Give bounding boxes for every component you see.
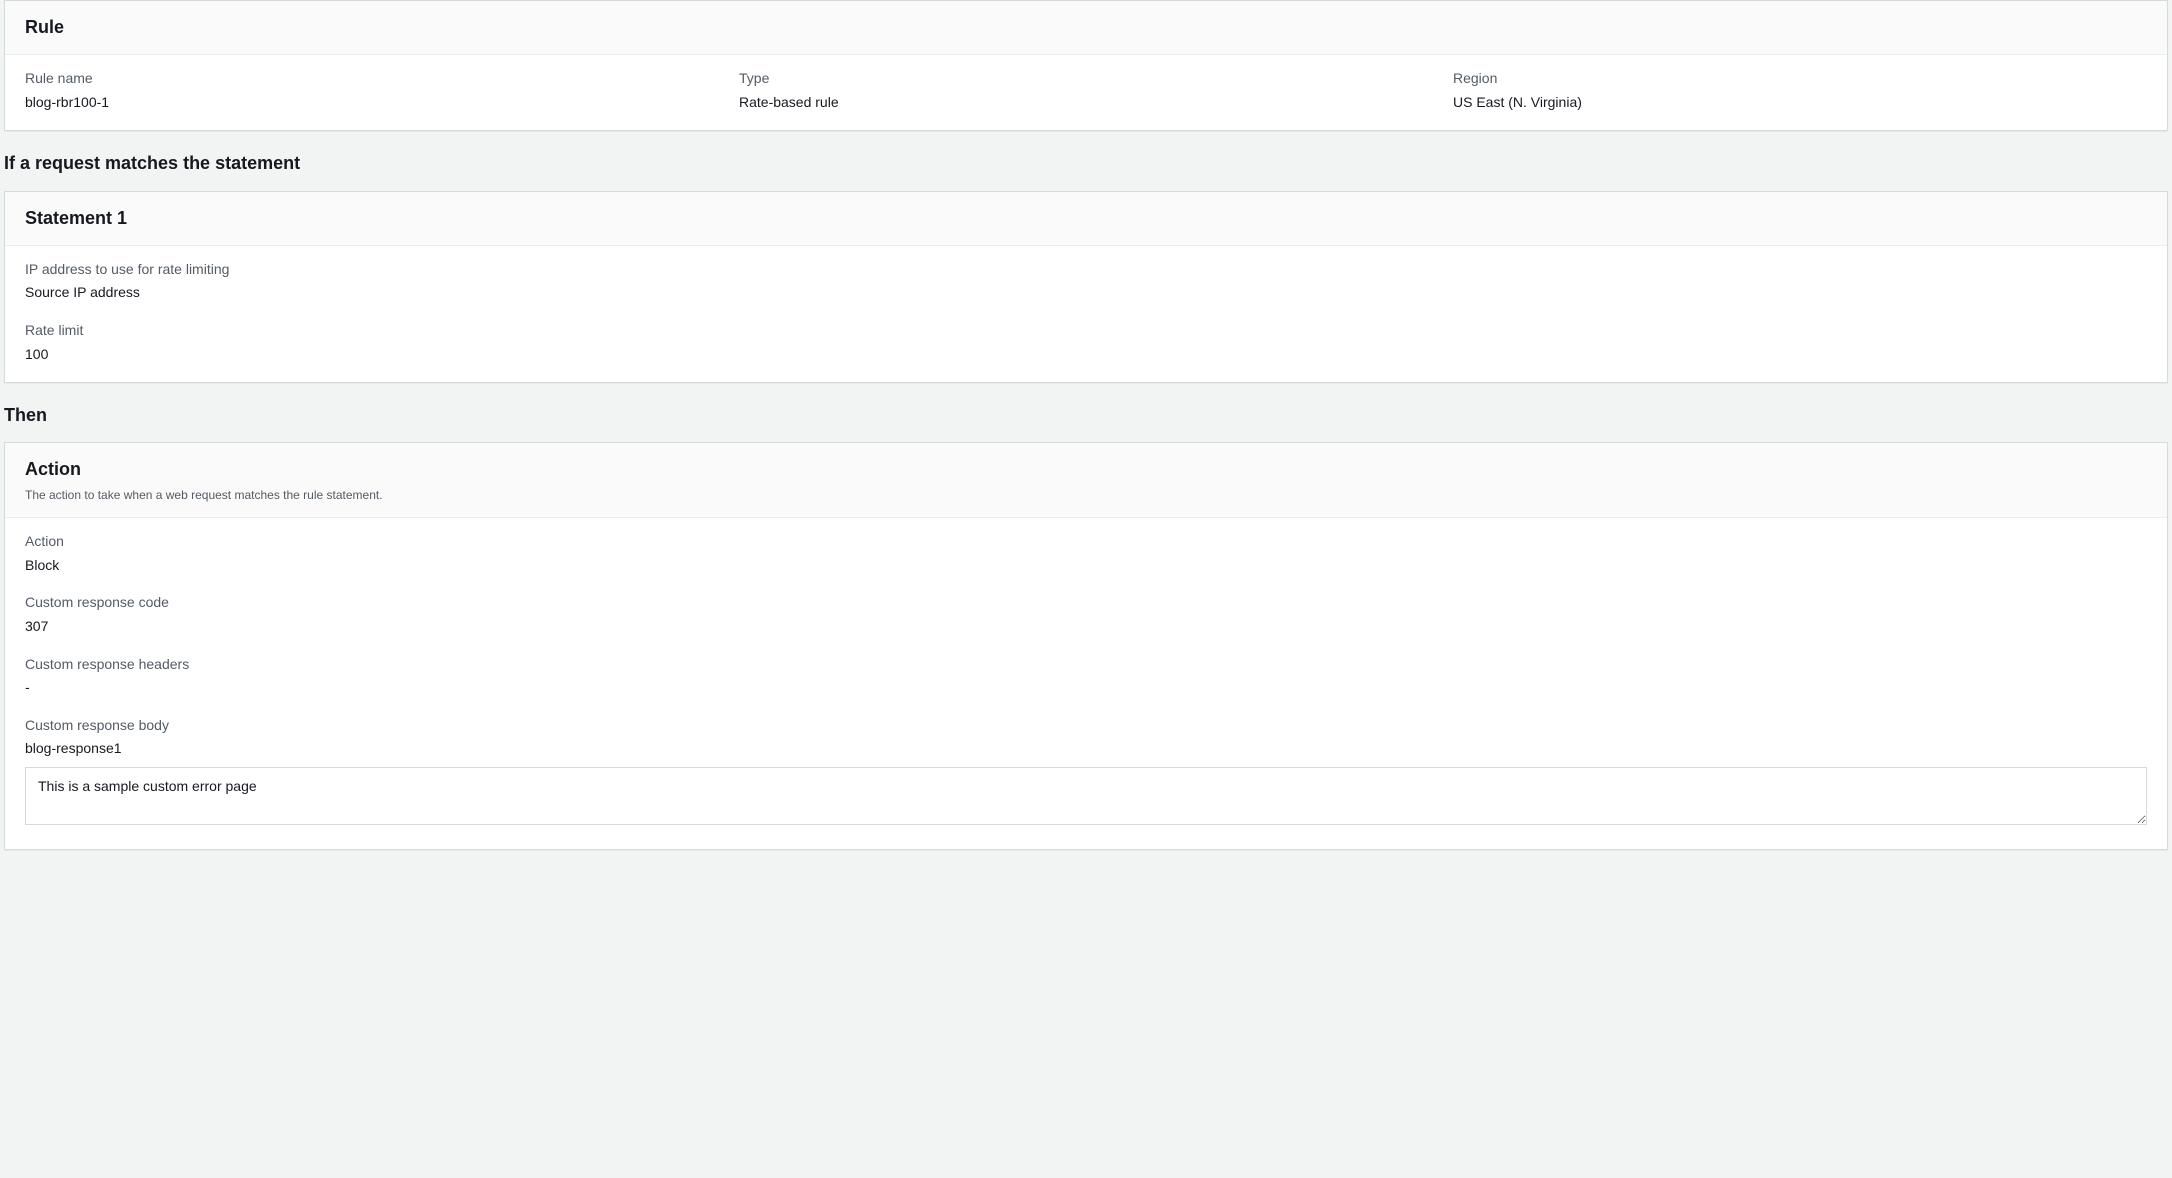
action-body-label: Custom response body xyxy=(25,716,2147,736)
rule-panel-body: Rule name blog-rbr100-1 Type Rate-based … xyxy=(5,55,2167,130)
action-code-label: Custom response code xyxy=(25,593,2147,613)
rule-panel-header: Rule xyxy=(5,1,2167,55)
rule-type-value: Rate-based rule xyxy=(739,93,1433,113)
rule-header-title: Rule xyxy=(25,15,2147,40)
rule-name-value: blog-rbr100-1 xyxy=(25,93,719,113)
statement-panel-header: Statement 1 xyxy=(5,192,2167,246)
action-body-field: Custom response body blog-response1 xyxy=(25,716,2147,831)
statement-header-title: Statement 1 xyxy=(25,206,2147,231)
action-action-label: Action xyxy=(25,532,2147,552)
action-body-content-textarea[interactable] xyxy=(25,767,2147,825)
rule-name-label: Rule name xyxy=(25,69,719,89)
action-panel-body: Action Block Custom response code 307 Cu… xyxy=(5,518,2167,848)
rule-region-field: Region US East (N. Virginia) xyxy=(1453,69,2147,112)
action-body-value: blog-response1 xyxy=(25,739,2147,759)
rule-type-label: Type xyxy=(739,69,1433,89)
action-header-title: Action xyxy=(25,457,2147,482)
action-panel: Action The action to take when a web req… xyxy=(4,442,2168,849)
statement-ip-value: Source IP address xyxy=(25,283,2147,303)
rule-type-field: Type Rate-based rule xyxy=(739,69,1433,112)
rule-panel: Rule Rule name blog-rbr100-1 Type Rate-b… xyxy=(4,0,2168,131)
rule-region-label: Region xyxy=(1453,69,2147,89)
action-panel-header: Action The action to take when a web req… xyxy=(5,443,2167,518)
action-headers-field: Custom response headers - xyxy=(25,655,2147,698)
statement-rate-value: 100 xyxy=(25,345,2147,365)
statement-ip-field: IP address to use for rate limiting Sour… xyxy=(25,260,2147,303)
action-code-field: Custom response code 307 xyxy=(25,593,2147,636)
statement-ip-label: IP address to use for rate limiting xyxy=(25,260,2147,280)
statement-panel: Statement 1 IP address to use for rate l… xyxy=(4,191,2168,384)
action-description: The action to take when a web request ma… xyxy=(25,487,2147,504)
action-action-value: Block xyxy=(25,556,2147,576)
condition-section-title: If a request matches the statement xyxy=(4,151,2172,176)
action-headers-label: Custom response headers xyxy=(25,655,2147,675)
statement-rate-field: Rate limit 100 xyxy=(25,321,2147,364)
action-headers-value: - xyxy=(25,678,2147,698)
rule-name-field: Rule name blog-rbr100-1 xyxy=(25,69,719,112)
rule-region-value: US East (N. Virginia) xyxy=(1453,93,2147,113)
statement-panel-body: IP address to use for rate limiting Sour… xyxy=(5,246,2167,382)
action-code-value: 307 xyxy=(25,617,2147,637)
action-action-field: Action Block xyxy=(25,532,2147,575)
statement-rate-label: Rate limit xyxy=(25,321,2147,341)
then-section-title: Then xyxy=(4,403,2172,428)
